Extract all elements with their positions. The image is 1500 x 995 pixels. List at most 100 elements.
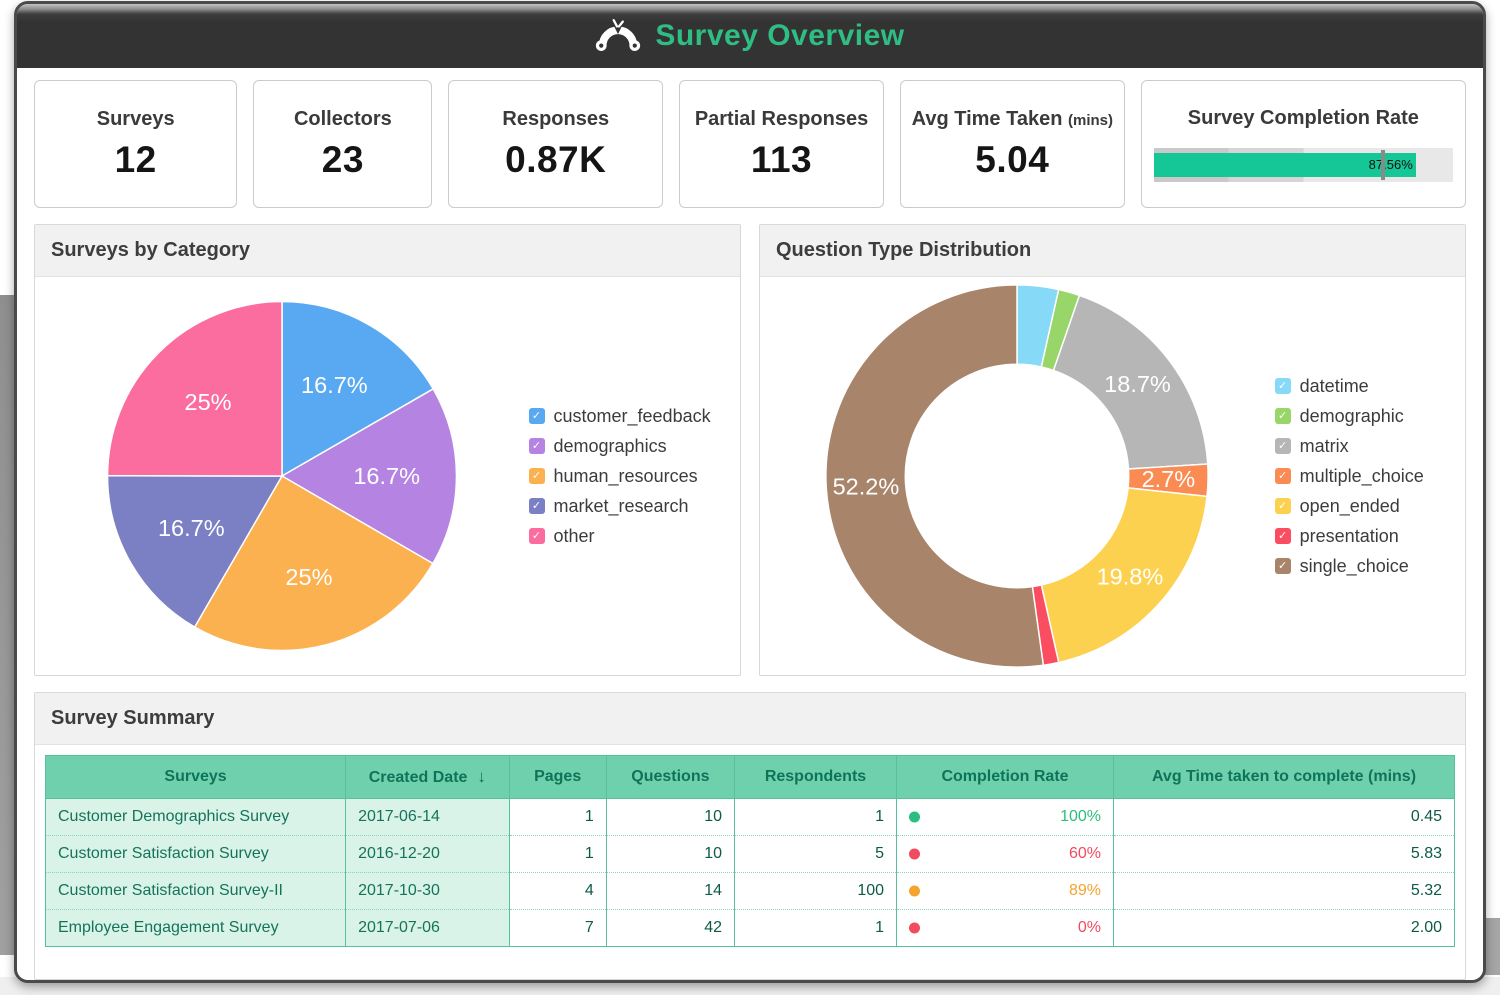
cell-created-date: 2017-10-30	[346, 873, 509, 910]
legend-item-human_resources[interactable]: ✓ human_resources	[529, 466, 741, 487]
legend-checkbox-icon[interactable]: ✓	[529, 438, 545, 454]
kpi-value: 12	[115, 139, 157, 181]
cell-created-date: 2017-07-06	[346, 910, 509, 947]
legend-checkbox-icon[interactable]: ✓	[1275, 558, 1291, 574]
legend-item-presentation[interactable]: ✓presentation	[1275, 526, 1465, 547]
charts-row: Surveys by Category 16.7%16.7%25%16.7%25…	[34, 224, 1466, 676]
legend-item-multiple_choice[interactable]: ✓ multiple_choice	[1275, 466, 1465, 487]
legend-checkbox-icon[interactable]: ✓	[1275, 438, 1291, 454]
cell-survey-name: Customer Satisfaction Survey-II	[46, 873, 346, 910]
legend-item-matrix[interactable]: ✓ matrix	[1275, 436, 1465, 457]
column-header-completion-rate[interactable]: Completion Rate	[897, 756, 1114, 799]
kpi-label: Avg Time Taken (mins)	[912, 108, 1113, 131]
kpi-label: Surveys	[97, 108, 175, 131]
legend-checkbox-icon[interactable]: ✓	[1275, 378, 1291, 394]
legend-label: matrix	[1300, 436, 1349, 457]
background-strip-right	[1484, 918, 1500, 975]
legend-checkbox-icon[interactable]: ✓	[529, 468, 545, 484]
legend-checkbox-icon[interactable]: ✓	[1275, 498, 1291, 514]
legend-checkbox-icon[interactable]: ✓	[529, 528, 545, 544]
cell-completion-rate: 60%	[897, 836, 1114, 873]
legend-item-other[interactable]: ✓ other	[529, 526, 741, 547]
kpi-card-surveys: Surveys 12	[34, 80, 237, 208]
cell-completion-rate: 0%	[897, 910, 1114, 947]
table-row[interactable]: Customer Satisfaction Survey2016-12-2011…	[46, 836, 1455, 873]
kpi-value: 23	[322, 139, 364, 181]
cell-created-date: 2016-12-20	[346, 836, 509, 873]
legend-item-customer_feedback[interactable]: ✓customer_feedback	[529, 406, 741, 427]
panel-survey-summary: Survey Summary SurveysCreated Date↓Pages…	[34, 692, 1466, 980]
dashboard-window: Survey Overview Surveys 12 Collectors 23…	[14, 1, 1486, 983]
kpi-card-partial-responses: Partial Responses 113	[679, 80, 884, 208]
legend-label: market_research	[554, 496, 689, 517]
legend-checkbox-icon[interactable]: ✓	[529, 408, 545, 424]
legend-item-demographic[interactable]: ✓ demographic	[1275, 406, 1465, 427]
legend-item-demographics[interactable]: ✓ demographics	[529, 436, 741, 457]
slice-data-label: 25%	[184, 389, 231, 415]
kpi-value: 5.04	[975, 139, 1049, 181]
column-header-pages[interactable]: Pages	[509, 756, 606, 799]
legend-item-market_research[interactable]: ✓ market_research	[529, 496, 741, 517]
column-header-respondents[interactable]: Respondents	[734, 756, 896, 799]
cell-pages: 1	[509, 836, 606, 873]
title-bar: Survey Overview	[17, 4, 1483, 68]
cell-avg-time: 2.00	[1114, 910, 1455, 947]
legend-label: demographics	[554, 436, 667, 457]
legend-label: human_resources	[554, 466, 698, 487]
legend-item-single_choice[interactable]: ✓single_choice	[1275, 556, 1465, 577]
legend-checkbox-icon[interactable]: ✓	[1275, 408, 1291, 424]
legend-label: other	[554, 526, 595, 547]
table-row[interactable]: Customer Satisfaction Survey-II2017-10-3…	[46, 873, 1455, 910]
kpi-card-survey-completion-rate: Survey Completion Rate 87.56%	[1141, 80, 1466, 208]
panel-question-type-distribution: Question Type Distribution 18.7%2.7%19.8…	[759, 224, 1466, 676]
completion-status-dot	[909, 849, 920, 860]
completion-target-marker	[1381, 150, 1385, 180]
legend-checkbox-icon[interactable]: ✓	[1275, 528, 1291, 544]
slice-data-label: 19.8%	[1097, 564, 1164, 590]
completion-status-dot	[909, 886, 920, 897]
surveys-by-category-legend: ✓customer_feedback✓demographics✓human_re…	[529, 406, 741, 547]
cell-respondents: 5	[734, 836, 896, 873]
table-row[interactable]: Customer Demographics Survey2017-06-1411…	[46, 799, 1455, 836]
cell-pages: 4	[509, 873, 606, 910]
cell-respondents: 100	[734, 873, 896, 910]
completion-percent: 100%	[1060, 808, 1101, 825]
kpi-label: Partial Responses	[695, 108, 868, 131]
cell-created-date: 2017-06-14	[346, 799, 509, 836]
dashboard-content: Surveys 12 Collectors 23 Responses 0.87K…	[17, 68, 1483, 980]
legend-item-datetime[interactable]: ✓datetime	[1275, 376, 1465, 397]
legend-item-open_ended[interactable]: ✓open_ended	[1275, 496, 1465, 517]
table-header-row: SurveysCreated Date↓PagesQuestionsRespon…	[46, 756, 1455, 799]
column-header-avg-time-taken-to-complete-mins-[interactable]: Avg Time taken to complete (mins)	[1114, 756, 1455, 799]
kpi-card-responses: Responses 0.87K	[448, 80, 663, 208]
sort-descending-icon[interactable]: ↓	[477, 767, 486, 786]
cell-survey-name: Employee Engagement Survey	[46, 910, 346, 947]
completion-percent: 89%	[1069, 882, 1101, 899]
table-row[interactable]: Employee Engagement Survey2017-07-067421…	[46, 910, 1455, 947]
slice-data-label: 52.2%	[833, 473, 900, 499]
panel-title-question-type-distribution: Question Type Distribution	[760, 225, 1465, 277]
column-header-surveys[interactable]: Surveys	[46, 756, 346, 799]
completion-rate-value: 87.56%	[1369, 157, 1413, 172]
legend-checkbox-icon[interactable]: ✓	[1275, 468, 1291, 484]
legend-label: multiple_choice	[1300, 466, 1424, 487]
kpi-card-collectors: Collectors 23	[253, 80, 432, 208]
question-type-legend: ✓datetime✓demographic✓matrix✓multiple_ch…	[1275, 376, 1465, 577]
slice-data-label: 16.7%	[158, 515, 225, 541]
column-header-questions[interactable]: Questions	[606, 756, 734, 799]
legend-checkbox-icon[interactable]: ✓	[529, 498, 545, 514]
cell-questions: 10	[606, 836, 734, 873]
kpi-value: 113	[751, 139, 812, 181]
cell-respondents: 1	[734, 910, 896, 947]
surveys-by-category-pie-chart: 16.7%16.7%25%16.7%25%	[35, 277, 529, 675]
column-header-created-date[interactable]: Created Date↓	[346, 756, 509, 799]
cell-completion-rate: 100%	[897, 799, 1114, 836]
slice-data-label: 16.7%	[301, 372, 368, 398]
slice-data-label: 2.7%	[1142, 466, 1196, 492]
slice-data-label: 25%	[285, 564, 332, 590]
cell-respondents: 1	[734, 799, 896, 836]
kpi-label-units: (mins)	[1068, 112, 1113, 129]
cell-survey-name: Customer Satisfaction Survey	[46, 836, 346, 873]
legend-label: demographic	[1300, 406, 1404, 427]
completion-status-dot	[909, 923, 920, 934]
